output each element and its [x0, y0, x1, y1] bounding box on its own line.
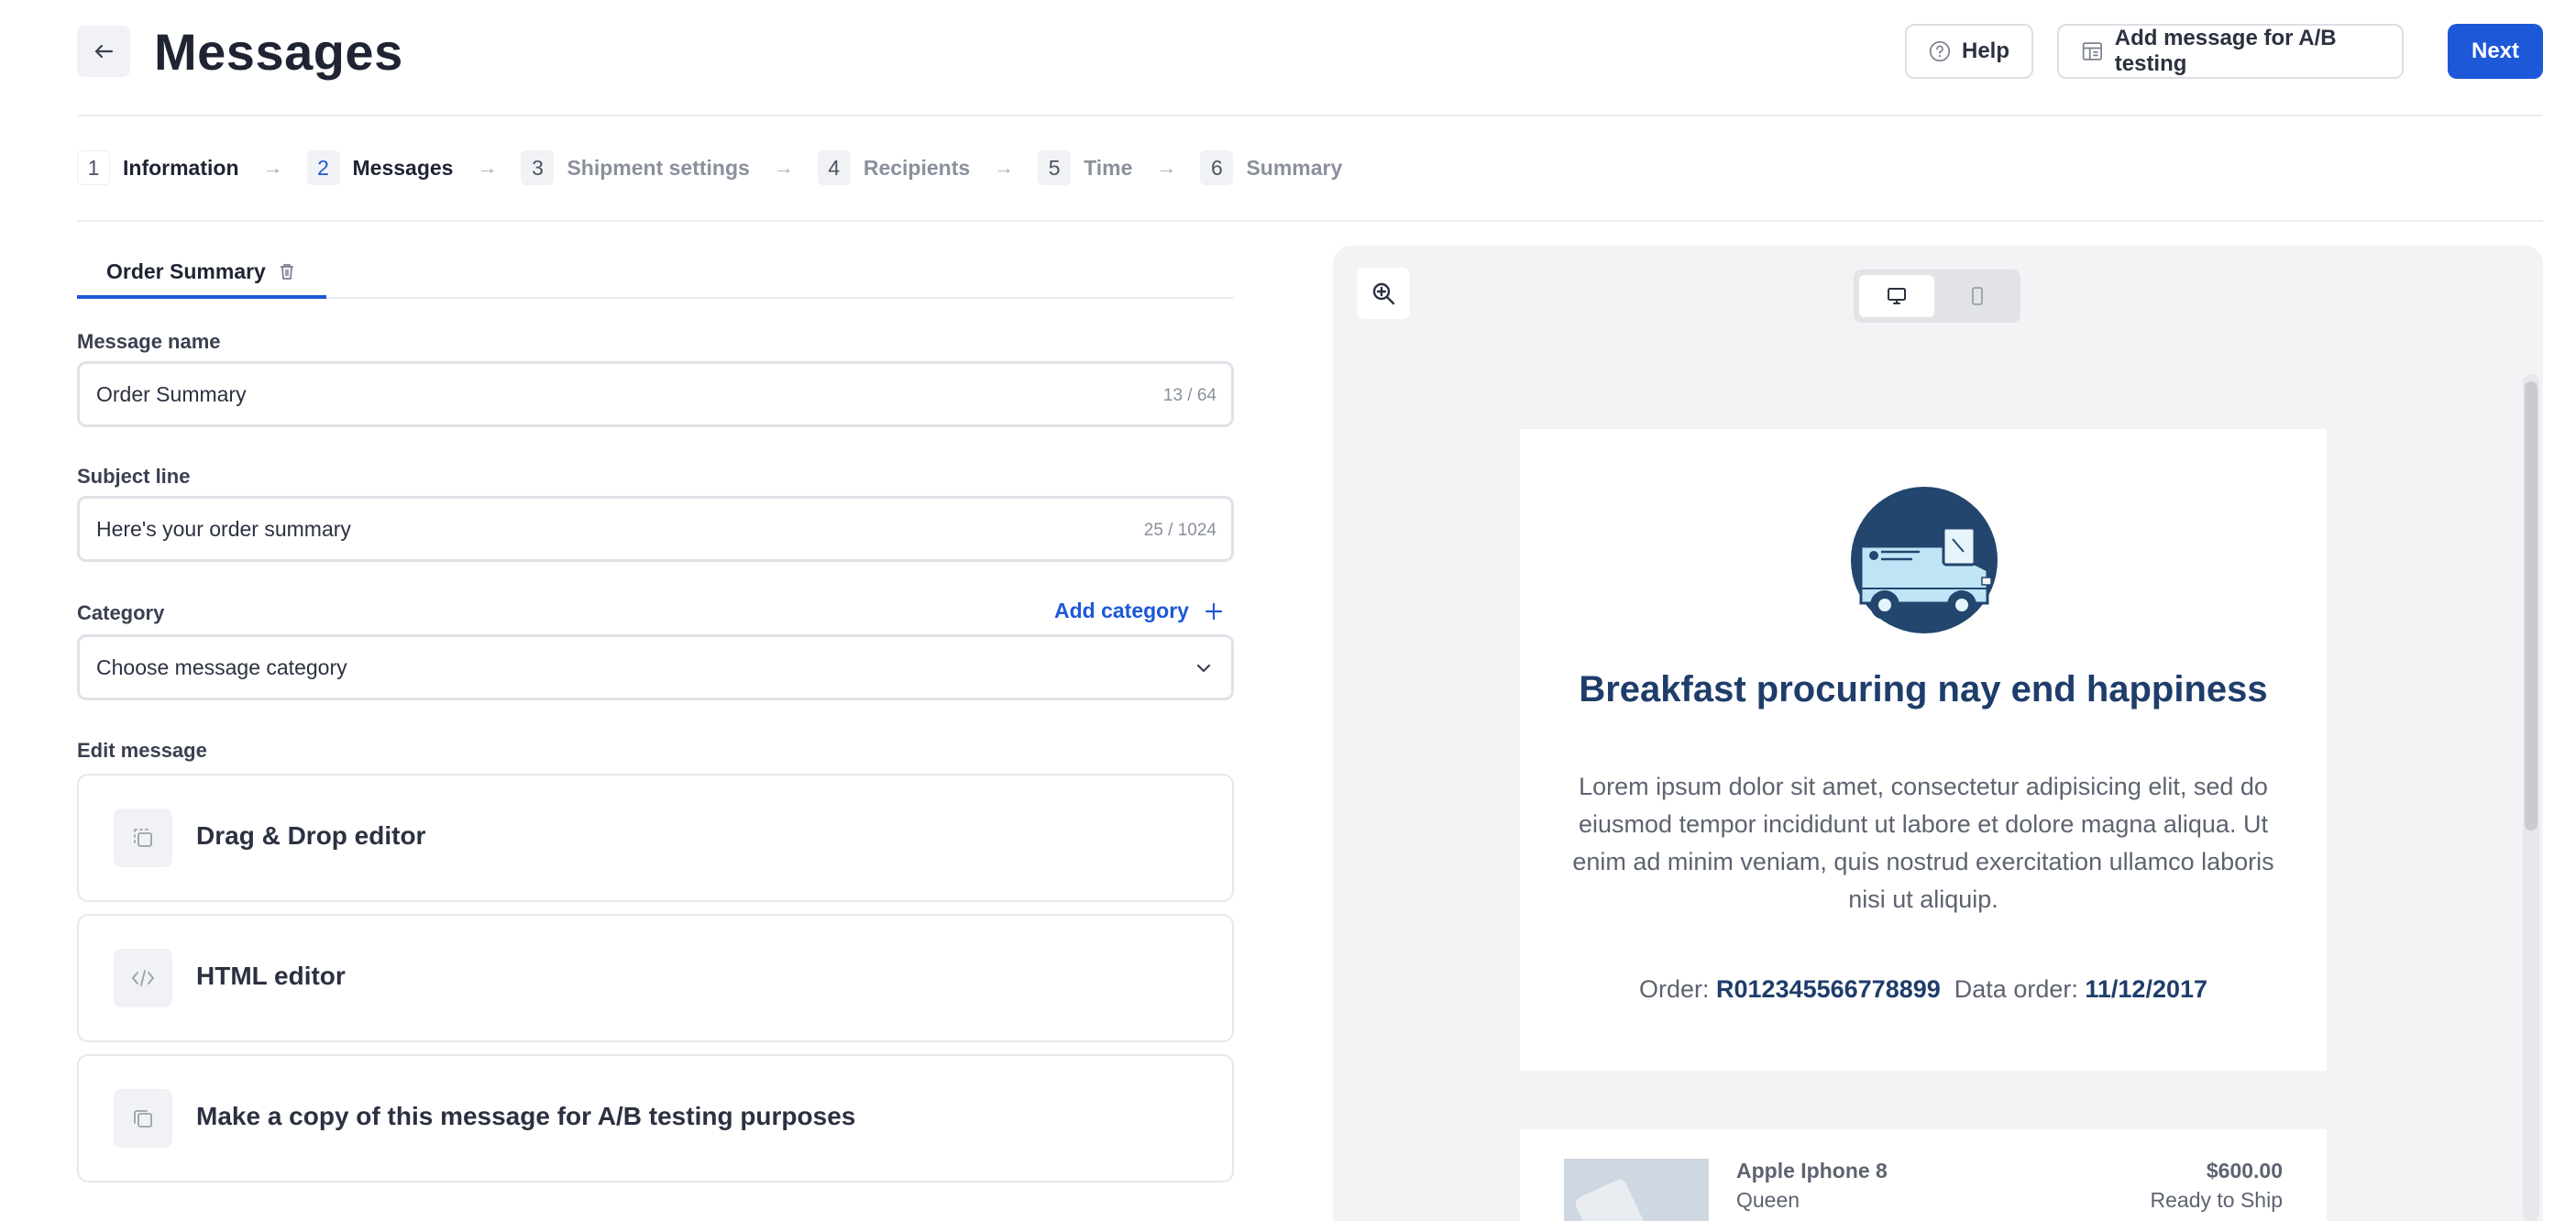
help-icon [1929, 40, 1951, 62]
message-tabs: Order Summary [77, 253, 1234, 299]
step-information[interactable]: 1 Information [77, 150, 239, 185]
message-name-label: Message name [77, 330, 221, 353]
arrow-right-icon: → [477, 156, 498, 179]
order-info-line: Order: R012345566778899 Data order: 11/1… [1520, 975, 2327, 1004]
preview-scrollbar[interactable] [2523, 374, 2539, 1221]
step-number: 4 [817, 150, 851, 185]
step-label: Shipment settings [567, 155, 750, 180]
category-select[interactable]: Choose message category [77, 634, 1234, 700]
category-label: Category [77, 601, 165, 624]
arrow-right-icon: → [262, 156, 283, 179]
copy-icon [114, 1089, 172, 1148]
order-number: R012345566778899 [1716, 975, 1941, 1003]
email-content-card: Breakfast procuring nay end happiness Lo… [1520, 429, 2327, 1071]
step-recipients[interactable]: 4 Recipients [817, 150, 971, 185]
subject-line-counter: 25 / 1024 [1143, 521, 1216, 540]
message-name-value: Order Summary [96, 382, 247, 406]
chevron-down-icon [1196, 664, 1211, 673]
phone-icon [1972, 287, 1983, 305]
step-shipment-settings[interactable]: 3 Shipment settings [521, 150, 750, 185]
add-category-label: Add category [1054, 599, 1189, 622]
add-ab-label: Add message for A/B testing [2114, 26, 2337, 76]
subject-line-value: Here's your order summary [96, 517, 351, 541]
editor-option-label: HTML editor [196, 962, 346, 990]
next-button[interactable]: Next [2448, 24, 2543, 79]
order-label: Order: [1638, 975, 1710, 1003]
help-label: Help [1961, 38, 2009, 63]
product-price: $600.00 [2206, 1159, 2283, 1182]
email-heading: Breakfast procuring nay end happiness [1579, 669, 2268, 710]
plus-icon [1205, 602, 1223, 620]
subject-line-input[interactable]: Here's your order summary 25 / 1024 [77, 496, 1234, 562]
tab-order-summary[interactable]: Order Summary [77, 253, 326, 299]
step-number: 5 [1038, 150, 1072, 185]
arrow-right-icon: → [1156, 156, 1177, 179]
zoom-in-icon [1372, 282, 1395, 305]
mobile-view-button[interactable] [1940, 275, 2015, 317]
step-time[interactable]: 5 Time [1038, 150, 1132, 185]
category-select-value: Choose message category [96, 655, 347, 679]
add-category-button[interactable]: Add category [1054, 599, 1224, 623]
product-line-item: Apple Iphone 8 Queen $600.00 Ready to Sh… [1520, 1129, 2327, 1221]
step-label: Information [123, 155, 239, 180]
step-number: 1 [77, 150, 110, 185]
editor-option-label: Drag & Drop editor [196, 821, 426, 850]
message-name-counter: 13 / 64 [1162, 386, 1216, 405]
html-editor-option[interactable]: HTML editor [77, 914, 1234, 1042]
arrow-right-icon: → [773, 156, 794, 179]
back-button[interactable] [77, 26, 130, 77]
step-number: 3 [521, 150, 555, 185]
scrollbar-thumb[interactable] [2525, 381, 2537, 830]
arrow-right-icon: → [994, 156, 1015, 179]
trash-icon[interactable] [279, 262, 295, 280]
product-image [1564, 1159, 1709, 1221]
product-name: Apple Iphone 8 [1736, 1159, 1888, 1182]
step-number: 6 [1200, 150, 1234, 185]
email-preview-panel: Breakfast procuring nay end happiness Lo… [1333, 246, 2543, 1221]
stepper: 1 Information → 2 Messages → 3 Shipment … [77, 149, 1342, 186]
copy-for-ab-option[interactable]: Make a copy of this message for A/B test… [77, 1054, 1234, 1182]
drag-drop-editor-option[interactable]: Drag & Drop editor [77, 774, 1234, 902]
monitor-icon [1888, 288, 1906, 304]
step-number: 2 [306, 150, 340, 185]
step-label: Summary [1246, 155, 1343, 180]
page-header: Messages Help Add message for A/B testin… [77, 24, 2543, 82]
stepper-divider [77, 220, 2543, 222]
drag-drop-icon [114, 808, 172, 867]
editor-option-label: Make a copy of this message for A/B test… [196, 1102, 856, 1130]
delivery-van-logo [1851, 487, 1998, 633]
code-icon [114, 949, 172, 1007]
order-date-value: 11/12/2017 [2085, 975, 2208, 1003]
step-label: Time [1084, 155, 1133, 180]
arrow-left-icon [94, 44, 114, 59]
page-title: Messages [154, 23, 403, 81]
edit-message-label: Edit message [77, 739, 207, 762]
help-button[interactable]: Help [1905, 24, 2033, 79]
desktop-view-button[interactable] [1859, 275, 1934, 317]
template-icon [2082, 42, 2102, 60]
email-body-text: Lorem ipsum dolor sit amet, consectetur … [1572, 773, 2274, 913]
step-messages[interactable]: 2 Messages [306, 150, 454, 185]
header-divider [77, 115, 2543, 116]
order-date-label: Data order: [1954, 975, 2078, 1003]
step-summary[interactable]: 6 Summary [1200, 150, 1342, 185]
product-variant: Queen [1736, 1188, 1800, 1212]
add-ab-message-button[interactable]: Add message for A/B testing [2057, 24, 2404, 79]
step-label: Recipients [863, 155, 971, 180]
message-name-input[interactable]: Order Summary 13 / 64 [77, 361, 1234, 427]
subject-line-label: Subject line [77, 465, 191, 488]
device-toggle [1854, 270, 2020, 323]
product-status: Ready to Ship [2150, 1188, 2283, 1212]
zoom-button[interactable] [1357, 268, 1410, 319]
step-label: Messages [352, 155, 454, 180]
tab-label: Order Summary [106, 259, 266, 283]
